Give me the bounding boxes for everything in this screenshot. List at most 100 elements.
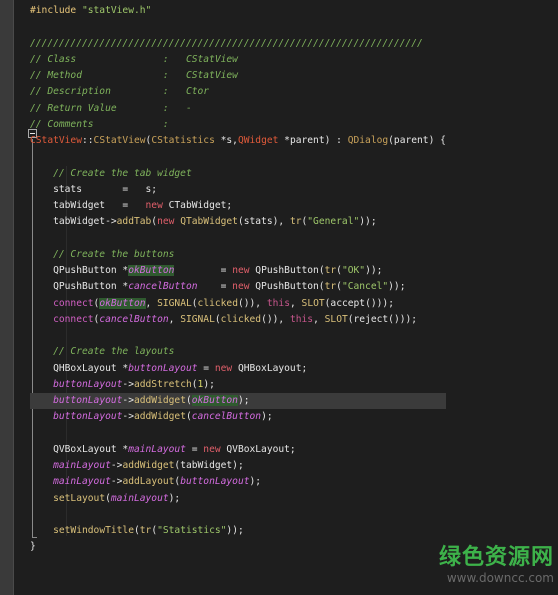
code-line[interactable]: }: [30, 539, 446, 555]
code-token: // Method : CStatView: [30, 70, 238, 81]
code-line[interactable]: [30, 231, 446, 247]
code-line[interactable]: mainLayout->addWidget(tabWidget);: [30, 458, 446, 474]
code-line[interactable]: // Comments :: [30, 117, 446, 133]
code-token: *s,: [214, 135, 238, 146]
code-line[interactable]: QPushButton *okButton = new QPushButton(…: [30, 263, 446, 279]
code-line[interactable]: CStatView::CStatView(CStatistics *s,QWid…: [30, 133, 446, 149]
code-token: ////////////////////////////////////////…: [30, 37, 423, 49]
code-token: setLayout: [53, 492, 106, 504]
code-token: CStatistics: [151, 135, 215, 146]
code-token: new: [145, 200, 163, 211]
code-token: =: [197, 362, 215, 374]
code-token: buttonLayout: [53, 395, 123, 406]
code-token: addWidget: [122, 460, 175, 471]
code-token: ,: [145, 297, 158, 309]
code-token: buttonLayout: [53, 378, 123, 390]
watermark-site-name: 绿色资源网: [438, 545, 554, 570]
code-token: new: [203, 443, 221, 455]
code-token: CTabWidget;: [162, 200, 233, 211]
code-line[interactable]: buttonLayout->addWidget(okButton);: [30, 393, 446, 410]
code-token: // Class : CStatView: [30, 53, 238, 65]
code-token: ));: [359, 216, 377, 228]
code-token: ->: [122, 411, 134, 423]
code-line[interactable]: [30, 149, 446, 165]
code-line[interactable]: QHBoxLayout *buttonLayout = new QHBoxLay…: [30, 361, 446, 377]
code-token: clicked: [220, 313, 262, 325]
code-line[interactable]: setWindowTitle(tr("Statistics"));: [30, 523, 446, 539]
code-line[interactable]: mainLayout->addLayout(buttonLayout);: [30, 474, 446, 490]
code-token: addWidget: [133, 411, 186, 423]
code-token: ));: [388, 281, 406, 293]
code-token: ()),: [261, 313, 290, 325]
code-token: // Comments :: [30, 118, 169, 130]
code-token: QHBoxLayout *: [30, 362, 129, 374]
code-token: buttonLayout: [128, 362, 198, 374]
code-line[interactable]: QVBoxLayout *mainLayout = new QVBoxLayou…: [30, 442, 446, 458]
code-token: buttonLayout: [53, 411, 123, 423]
code-token: // Create the buttons: [30, 248, 175, 260]
code-token: "statView.h": [81, 5, 152, 16]
code-line[interactable]: tabWidget->addTab(new QTabWidget(stats),…: [30, 214, 446, 230]
code-token: (parent) {: [388, 135, 446, 146]
code-line[interactable]: connect(okButton, SIGNAL(clicked()), thi…: [30, 296, 446, 312]
code-text[interactable]: #include "statView.h" //////////////////…: [30, 3, 446, 556]
code-token: QVBoxLayout;: [220, 443, 296, 455]
code-line[interactable]: [30, 328, 446, 344]
editor-gutter: [0, 0, 14, 595]
code-token: QWidget: [237, 135, 279, 146]
code-line[interactable]: // Description : Ctor: [30, 84, 446, 100]
code-line[interactable]: tabWidget = new CTabWidget;: [30, 198, 446, 214]
code-token: mainLayout: [128, 443, 186, 455]
code-token: tr: [324, 265, 337, 276]
code-line[interactable]: // Class : CStatView: [30, 52, 446, 68]
code-token: }: [30, 541, 36, 553]
code-token: QPushButton *: [30, 281, 129, 293]
code-line[interactable]: buttonLayout->addWidget(cancelButton);: [30, 409, 446, 425]
code-line[interactable]: [30, 507, 446, 523]
code-token: QVBoxLayout *: [30, 443, 129, 455]
code-token: new: [214, 362, 233, 374]
code-token: // Create the layouts: [30, 346, 175, 358]
code-token: addWidget: [133, 395, 186, 406]
code-line[interactable]: #include "statView.h": [30, 3, 446, 19]
code-token: =: [185, 443, 204, 455]
code-line[interactable]: // Create the layouts: [30, 344, 446, 360]
code-line[interactable]: [30, 19, 446, 35]
code-token: stats = s;: [30, 183, 158, 195]
code-line[interactable]: // Create the buttons: [30, 247, 446, 263]
code-line[interactable]: QPushButton *cancelButton = new QPushBut…: [30, 279, 446, 295]
code-token: (stats),: [237, 216, 290, 228]
code-line[interactable]: buttonLayout->addStretch(1);: [30, 377, 446, 393]
code-token: this: [266, 297, 290, 309]
code-line[interactable]: connect(cancelButton, SIGNAL(clicked()),…: [30, 312, 446, 328]
code-token: tr: [139, 525, 152, 536]
code-token: addTab: [116, 216, 152, 228]
code-token: addLayout: [122, 476, 175, 488]
code-token: SLOT: [301, 297, 325, 309]
code-token: SIGNAL: [157, 297, 192, 309]
code-line[interactable]: // Return Value : -: [30, 101, 446, 117]
code-line[interactable]: ////////////////////////////////////////…: [30, 36, 446, 52]
code-token: (reject()));: [347, 313, 418, 325]
code-line[interactable]: [30, 426, 446, 442]
code-editor[interactable]: #include "statView.h" //////////////////…: [14, 0, 558, 595]
code-line[interactable]: // Method : CStatView: [30, 68, 446, 84]
code-token: QDialog: [347, 135, 389, 146]
watermark-url: www.downcc.com: [446, 571, 554, 585]
code-line[interactable]: setLayout(mainLayout);: [30, 491, 446, 507]
code-token: new: [232, 281, 250, 293]
code-token: tr: [289, 216, 302, 228]
code-token: connect: [53, 297, 94, 309]
code-line[interactable]: // Create the tab widget: [30, 166, 446, 182]
code-token: ->: [110, 476, 123, 488]
code-token: // Description : Ctor: [30, 86, 210, 98]
code-token: connect: [53, 313, 94, 325]
code-token: tabWidget =: [30, 200, 146, 211]
code-token: =: [174, 265, 233, 276]
code-token: (: [185, 395, 192, 406]
code-line[interactable]: stats = s;: [30, 182, 446, 198]
